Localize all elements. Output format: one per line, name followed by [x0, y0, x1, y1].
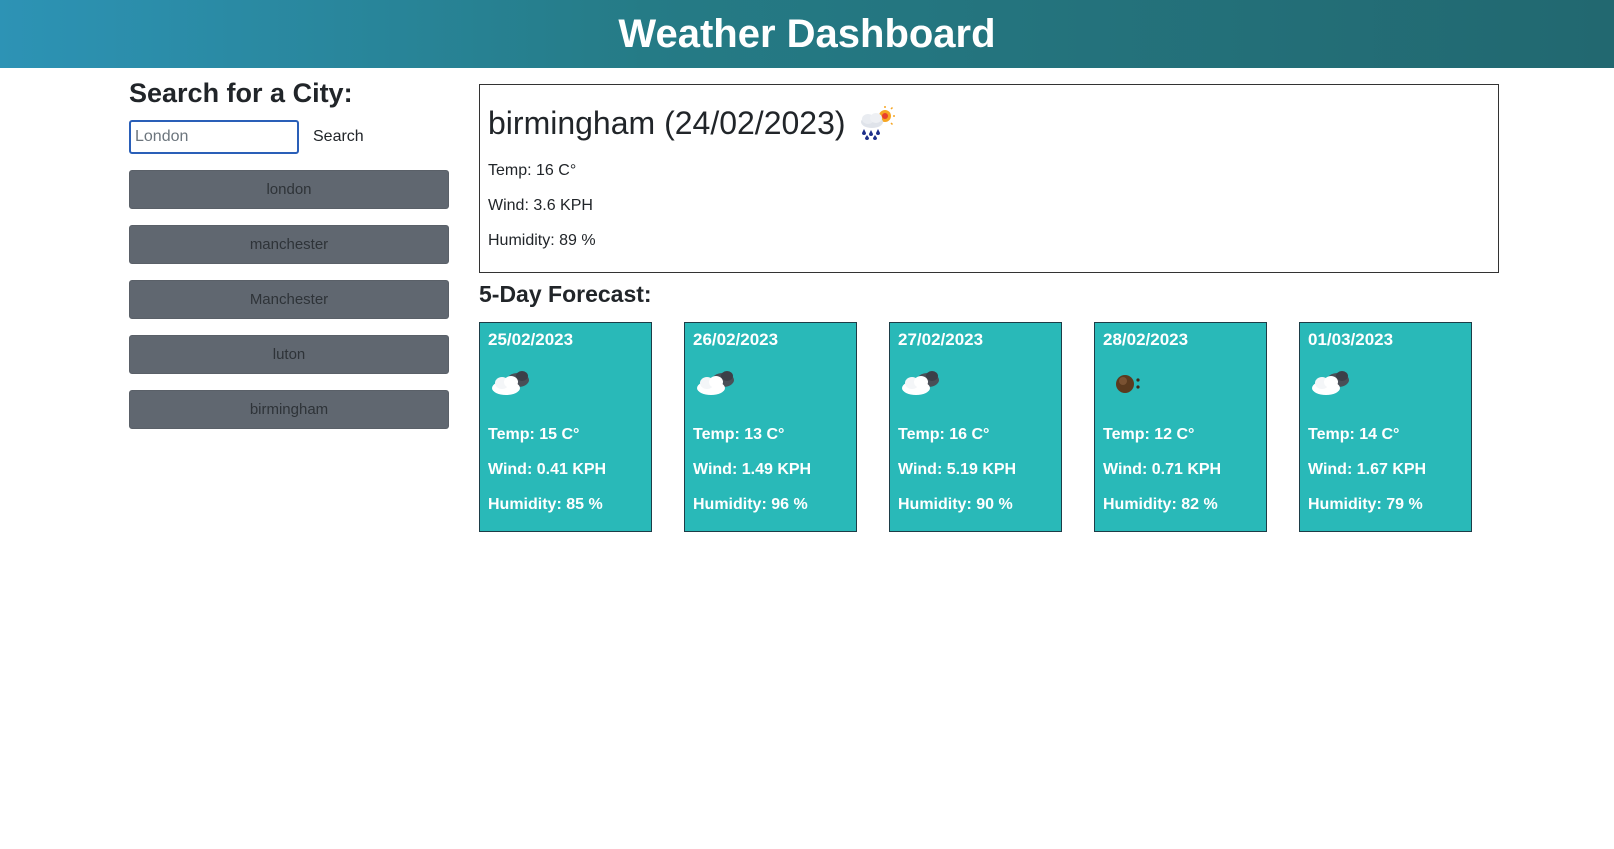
current-temp: Temp: 16 C° [488, 162, 577, 179]
forecast-wind: Wind: 0.41 KPH [488, 461, 607, 478]
cloudy-icon [492, 371, 529, 395]
forecast-wind: Wind: 1.67 KPH [1308, 461, 1427, 478]
forecast-icon-wrap [693, 359, 848, 407]
forecast-wind: Wind: 5.19 KPH [898, 461, 1017, 478]
forecast-date: 25/02/2023 [488, 330, 574, 349]
current-weather-stats: Temp: 16 C° Wind: 3.6 KPH Humidity: 89 % [488, 153, 1490, 258]
forecast-temp: Temp: 16 C° [898, 426, 990, 443]
history-button-manchester[interactable]: manchester [129, 225, 449, 264]
forecast-stats: Temp: 15 C° Wind: 0.41 KPH Humidity: 85 … [488, 417, 643, 522]
forecast-icon-wrap [1308, 359, 1463, 407]
forecast-humidity: Humidity: 96 % [693, 496, 808, 513]
current-city-date: birmingham (24/02/2023) [488, 104, 846, 141]
app-header: Weather Dashboard [0, 0, 1614, 68]
history-button-london[interactable]: london [129, 170, 449, 209]
forecast-card: 26/02/2023 Temp: 13 C° Wind: 1.49 KPH Hu… [684, 322, 857, 532]
search-history-list: london manchester Manchester luton birmi… [129, 170, 449, 429]
forecast-heading: 5-Day Forecast: [479, 281, 652, 307]
forecast-icon-wrap [898, 359, 1053, 407]
search-row: Search [129, 120, 449, 154]
history-button-luton[interactable]: luton [129, 335, 449, 374]
forecast-humidity: Humidity: 79 % [1308, 496, 1423, 513]
forecast-icon-wrap [1103, 359, 1258, 407]
history-button-birmingham[interactable]: birmingham [129, 390, 449, 429]
forecast-date: 26/02/2023 [693, 330, 779, 349]
history-button-manchester-capitalized[interactable]: Manchester [129, 280, 449, 319]
forecast-humidity: Humidity: 85 % [488, 496, 603, 513]
cloudy-icon [902, 371, 939, 395]
forecast-stats: Temp: 13 C° Wind: 1.49 KPH Humidity: 96 … [693, 417, 848, 522]
current-weather-title-row: birmingham (24/02/2023) [488, 103, 1490, 143]
search-button[interactable]: Search [307, 124, 370, 150]
current-humidity: Humidity: 89 % [488, 232, 596, 249]
current-wind: Wind: 3.6 KPH [488, 197, 593, 214]
forecast-temp: Temp: 12 C° [1103, 426, 1195, 443]
forecast-cards: 25/02/2023 Temp: 15 C° Wind: 0.41 KPH Hu… [479, 322, 1504, 532]
forecast-humidity: Humidity: 90 % [898, 496, 1013, 513]
overcast-icon [1116, 375, 1140, 393]
forecast-date: 01/03/2023 [1308, 330, 1394, 349]
search-sidebar: Search for a City: Search london manches… [129, 68, 449, 445]
forecast-temp: Temp: 13 C° [693, 426, 785, 443]
forecast-card: 25/02/2023 Temp: 15 C° Wind: 0.41 KPH Hu… [479, 322, 652, 532]
forecast-card: 01/03/2023 Temp: 14 C° Wind: 1.67 KPH Hu… [1299, 322, 1472, 532]
forecast-date: 27/02/2023 [898, 330, 984, 349]
forecast-wind: Wind: 1.49 KPH [693, 461, 812, 478]
cloudy-icon [1312, 371, 1349, 395]
forecast-card: 28/02/2023 Temp: 12 C° Wind: 0.71 KPH Hu… [1094, 322, 1267, 532]
forecast-stats: Temp: 14 C° Wind: 1.67 KPH Humidity: 79 … [1308, 417, 1463, 522]
city-search-input[interactable] [129, 120, 299, 154]
cloudy-icon [697, 371, 734, 395]
forecast-card: 27/02/2023 Temp: 16 C° Wind: 5.19 KPH Hu… [889, 322, 1062, 532]
rain-sun-icon [860, 106, 895, 140]
forecast-wind: Wind: 0.71 KPH [1103, 461, 1222, 478]
forecast-stats: Temp: 16 C° Wind: 5.19 KPH Humidity: 90 … [898, 417, 1053, 522]
search-heading: Search for a City: [129, 78, 353, 108]
current-weather-panel: birmingham (24/02/2023) Temp: 16 C° Wind… [479, 84, 1499, 273]
forecast-temp: Temp: 15 C° [488, 426, 580, 443]
forecast-date: 28/02/2023 [1103, 330, 1189, 349]
forecast-temp: Temp: 14 C° [1308, 426, 1400, 443]
forecast-stats: Temp: 12 C° Wind: 0.71 KPH Humidity: 82 … [1103, 417, 1258, 522]
page-title: Weather Dashboard [618, 11, 996, 56]
forecast-icon-wrap [488, 359, 643, 407]
forecast-humidity: Humidity: 82 % [1103, 496, 1218, 513]
